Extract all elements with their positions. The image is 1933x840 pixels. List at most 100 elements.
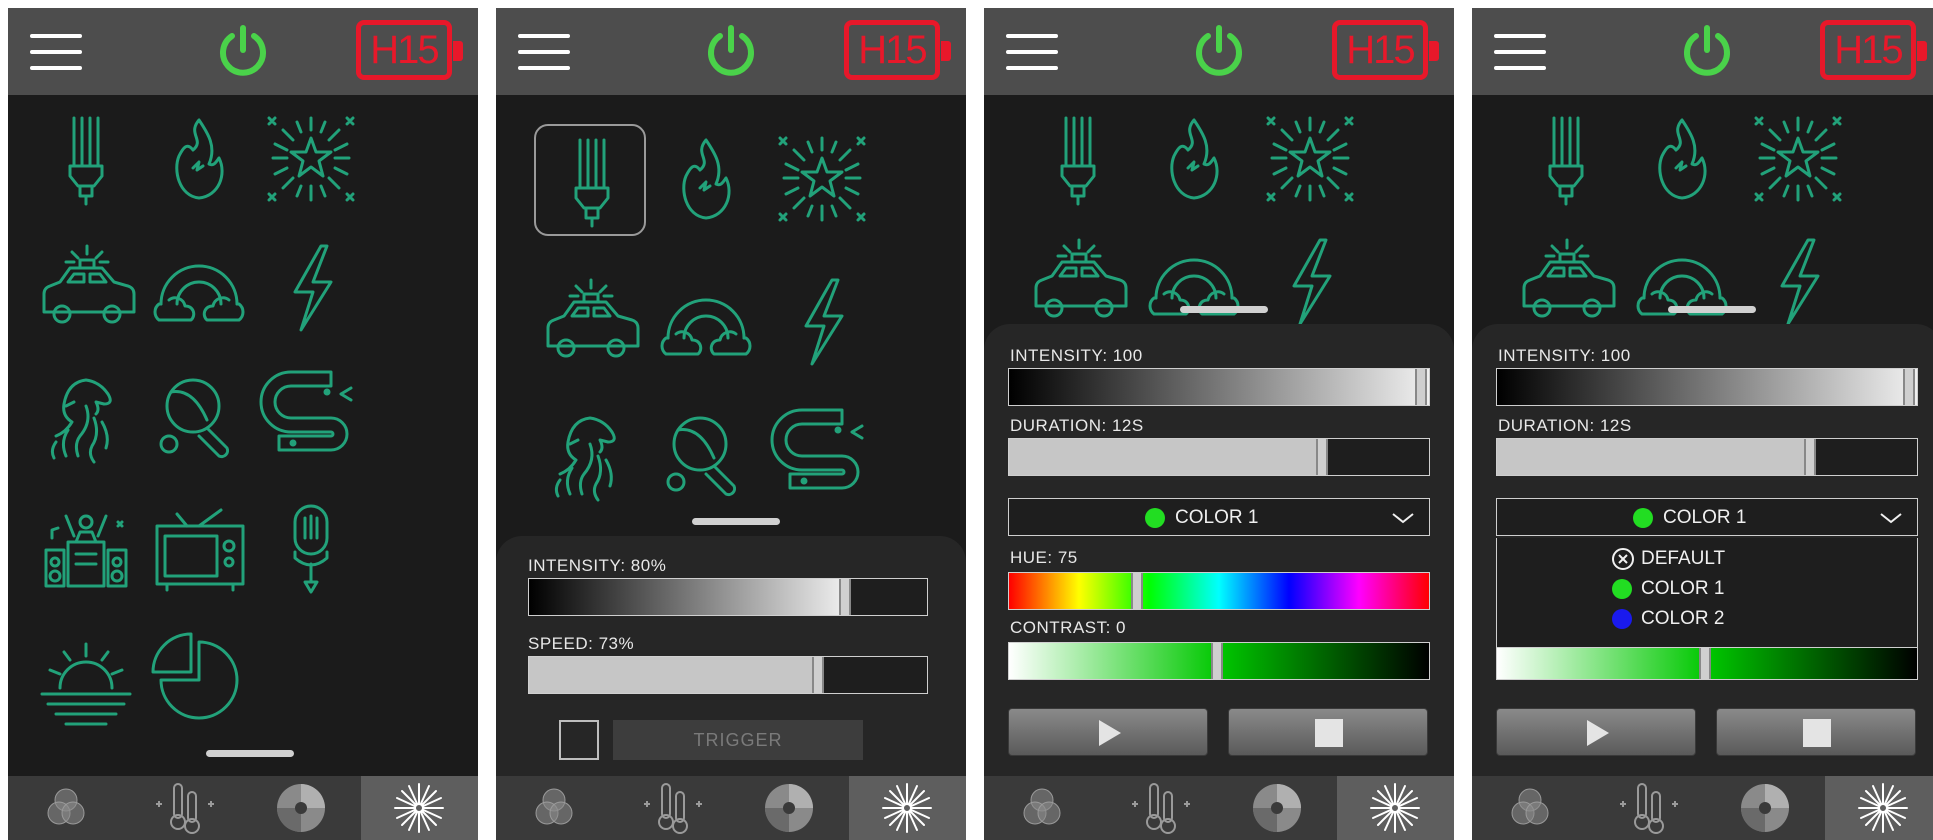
tab-temperature[interactable] xyxy=(1102,776,1219,840)
effect-police-car-icon[interactable] xyxy=(1022,226,1134,338)
effect-lightning-icon[interactable] xyxy=(1254,226,1366,338)
effect-fireworks-icon[interactable] xyxy=(1742,104,1854,216)
effect-police-car-icon[interactable] xyxy=(534,266,646,378)
effect-bulb-icon[interactable] xyxy=(1510,104,1622,216)
effect-rainbow-icon[interactable] xyxy=(143,232,255,344)
tab-color-mix[interactable] xyxy=(496,776,613,840)
slider-thumb[interactable] xyxy=(1415,369,1427,405)
intensity-slider[interactable] xyxy=(1008,368,1430,406)
power-icon[interactable] xyxy=(214,22,272,80)
effect-rainbow-icon[interactable] xyxy=(1138,226,1250,338)
play-button[interactable] xyxy=(1496,708,1696,756)
effect-microphone-icon[interactable] xyxy=(255,492,367,604)
effect-fire-icon[interactable] xyxy=(1138,104,1250,216)
trigger-checkbox[interactable] xyxy=(559,720,599,760)
effect-ping-pong-icon[interactable] xyxy=(650,400,762,512)
effect-lion-icon[interactable] xyxy=(534,400,646,512)
color-select[interactable]: COLOR 1 xyxy=(1008,498,1430,536)
contrast-slider[interactable] xyxy=(1008,642,1430,680)
effect-lightning-icon[interactable] xyxy=(255,232,367,344)
stop-button[interactable] xyxy=(1228,708,1428,756)
device-badge[interactable]: H15 xyxy=(356,20,463,80)
tab-effects[interactable] xyxy=(1824,776,1933,840)
tab-color-wheel[interactable] xyxy=(1219,776,1336,840)
tab-color-mix[interactable] xyxy=(984,776,1101,840)
color-select[interactable]: COLOR 1 xyxy=(1496,498,1918,536)
dropdown-option-default[interactable]: DEFAULT xyxy=(1612,546,1725,572)
effect-fireworks-icon[interactable] xyxy=(255,104,367,216)
effect-lightning-icon[interactable] xyxy=(1742,226,1854,338)
stop-button[interactable] xyxy=(1716,708,1916,756)
effect-rainbow-icon[interactable] xyxy=(1626,226,1738,338)
play-button[interactable] xyxy=(1008,708,1208,756)
effect-tv-icon[interactable] xyxy=(143,492,255,604)
tab-color-wheel[interactable] xyxy=(1707,776,1824,840)
tab-color-mix[interactable] xyxy=(8,776,125,840)
slider-thumb[interactable] xyxy=(839,579,852,615)
hue-slider[interactable] xyxy=(1008,572,1430,610)
duration-slider[interactable] xyxy=(1496,438,1918,476)
slider-thumb[interactable] xyxy=(1131,573,1144,609)
effect-fire-icon[interactable] xyxy=(650,124,762,236)
menu-icon[interactable] xyxy=(30,32,82,72)
scroll-handle[interactable] xyxy=(1668,306,1756,313)
slider-thumb[interactable] xyxy=(1804,439,1816,475)
effect-sunset-icon[interactable] xyxy=(30,624,142,736)
effect-ping-pong-icon[interactable] xyxy=(143,362,255,474)
effect-fire-icon[interactable] xyxy=(1626,104,1738,216)
intensity-slider[interactable] xyxy=(1496,368,1918,406)
effect-lion-icon[interactable] xyxy=(30,362,142,474)
device-badge[interactable]: H15 xyxy=(1820,20,1927,80)
power-icon[interactable] xyxy=(702,22,760,80)
effect-bulb-icon[interactable] xyxy=(534,124,646,236)
top-bar: H15 xyxy=(1472,8,1933,95)
color-dropdown-menu: DEFAULT COLOR 1 COLOR 2 xyxy=(1496,538,1918,648)
effect-lightning-icon[interactable] xyxy=(766,266,878,378)
tab-effects[interactable] xyxy=(1336,776,1454,840)
color-mix-icon xyxy=(47,788,85,825)
effect-bulb-icon[interactable] xyxy=(30,104,142,216)
effect-pie-chart-icon[interactable] xyxy=(143,624,255,736)
tab-temperature[interactable] xyxy=(614,776,731,840)
tab-color-mix[interactable] xyxy=(1472,776,1589,840)
effect-fireworks-icon[interactable] xyxy=(1254,104,1366,216)
tab-effects[interactable] xyxy=(360,776,478,840)
dropdown-option-color1[interactable]: COLOR 1 xyxy=(1612,576,1724,602)
effect-police-car-icon[interactable] xyxy=(30,232,142,344)
effect-snake-icon[interactable] xyxy=(766,400,878,512)
effect-fire-icon[interactable] xyxy=(143,104,255,216)
menu-icon[interactable] xyxy=(1006,32,1058,72)
power-icon[interactable] xyxy=(1678,22,1736,80)
scroll-handle[interactable] xyxy=(206,750,294,757)
tab-color-wheel[interactable] xyxy=(243,776,360,840)
intensity-slider[interactable] xyxy=(528,578,928,616)
slider-thumb[interactable] xyxy=(811,657,824,693)
duration-label: DURATION: 12S xyxy=(1010,416,1144,435)
speed-slider[interactable] xyxy=(528,656,928,694)
slider-thumb[interactable] xyxy=(1316,439,1328,475)
slider-thumb[interactable] xyxy=(1903,369,1915,405)
device-badge[interactable]: H15 xyxy=(844,20,951,80)
effect-rainbow-icon[interactable] xyxy=(650,266,762,378)
tab-effects[interactable] xyxy=(848,776,966,840)
tab-color-wheel[interactable] xyxy=(731,776,848,840)
menu-icon[interactable] xyxy=(518,32,570,72)
slider-thumb[interactable] xyxy=(1699,643,1711,679)
effect-party-icon[interactable] xyxy=(30,492,142,604)
dropdown-option-color2[interactable]: COLOR 2 xyxy=(1612,606,1724,632)
effect-snake-icon[interactable] xyxy=(255,362,367,474)
tab-temperature[interactable] xyxy=(126,776,243,840)
tab-temperature[interactable] xyxy=(1590,776,1707,840)
scroll-handle[interactable] xyxy=(1180,306,1268,313)
scroll-handle[interactable] xyxy=(692,518,780,525)
effect-fireworks-icon[interactable] xyxy=(766,124,878,236)
trigger-button[interactable]: TRIGGER xyxy=(613,720,863,760)
power-icon[interactable] xyxy=(1190,22,1248,80)
slider-thumb[interactable] xyxy=(1211,643,1223,679)
menu-icon[interactable] xyxy=(1494,32,1546,72)
effect-bulb-icon[interactable] xyxy=(1022,104,1134,216)
duration-slider[interactable] xyxy=(1008,438,1430,476)
device-badge[interactable]: H15 xyxy=(1332,20,1439,80)
effect-police-car-icon[interactable] xyxy=(1510,226,1622,338)
chevron-down-icon xyxy=(1880,513,1902,524)
